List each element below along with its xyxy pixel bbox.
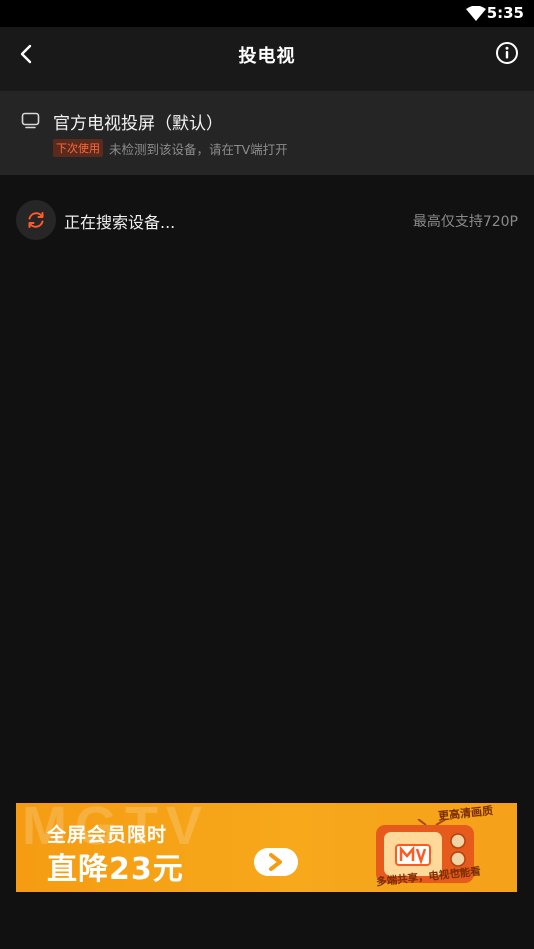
- arrow-right-icon[interactable]: [254, 848, 298, 876]
- last-used-badge: 下次使用: [53, 139, 103, 157]
- page-title: 投电视: [238, 46, 296, 67]
- banner-discount: 直降23元: [47, 852, 184, 887]
- device-status-note: 未检测到该设备，请在TV端打开: [109, 142, 288, 157]
- status-time: 5:35: [486, 4, 524, 22]
- wifi-icon: [466, 6, 486, 21]
- status-bar: 5:35: [0, 0, 534, 27]
- device-item-official-tv[interactable]: 官方电视投屏（默认） 下次使用 未检测到该设备，请在TV端打开: [0, 91, 534, 175]
- membership-promo-banner[interactable]: MGTV 全屏会员限时 直降23元 更高清画质 多端共享，电视也能看: [16, 803, 517, 892]
- device-name: 官方电视投屏（默认）: [53, 114, 223, 134]
- quality-limit-note: 最高仅支持720P: [412, 214, 518, 230]
- tv-icon: [21, 112, 40, 129]
- top-bar: 投电视: [0, 27, 534, 91]
- info-icon[interactable]: [495, 41, 519, 65]
- banner-headline: 全屏会员限时: [47, 824, 168, 846]
- device-search-row: 正在搜索设备... 最高仅支持720P: [0, 196, 534, 244]
- refresh-icon: [28, 212, 44, 228]
- searching-status: 正在搜索设备...: [64, 213, 176, 232]
